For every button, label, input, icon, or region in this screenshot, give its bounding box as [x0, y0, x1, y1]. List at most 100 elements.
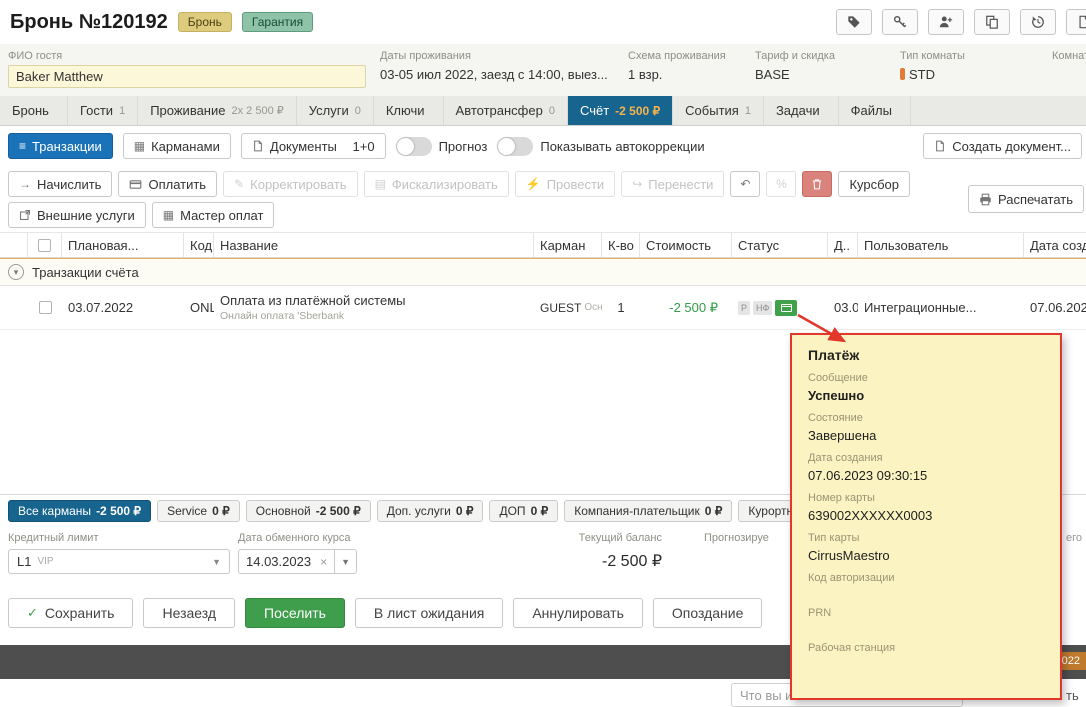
create-document-button[interactable]: Создать документ...	[923, 133, 1082, 159]
pocket-payer-company[interactable]: Компания-плательщик0 ₽	[564, 500, 732, 522]
transfer-button[interactable]: ↪Перенести	[621, 171, 724, 197]
table-row[interactable]: 03.07.2022 ONLI Оплата из платёжной сист…	[0, 286, 1086, 330]
transactions-view-button[interactable]: ≡Транзакции	[8, 133, 113, 159]
pockets-view-button[interactable]: ▦Карманами	[123, 133, 231, 159]
pocket-all[interactable]: Все карманы-2 500 ₽	[8, 500, 151, 522]
booking-status-badge: Бронь	[178, 12, 232, 32]
tab-transfer[interactable]: Автотрансфер0	[444, 96, 568, 125]
autocorrections-toggle[interactable]	[497, 137, 533, 156]
row-check-cell	[28, 286, 62, 329]
row-code: ONLI	[184, 286, 214, 329]
stay-dates-field: Даты проживания 03-05 июл 2022, заезд с …	[380, 50, 608, 82]
tab-services[interactable]: Услуги0	[297, 96, 374, 125]
payment-master-button[interactable]: ▦Мастер оплат	[152, 202, 275, 228]
col-user[interactable]: Пользователь	[858, 233, 1024, 257]
pocket-main[interactable]: Основной-2 500 ₽	[246, 500, 371, 522]
collapse-group-icon[interactable]: ▾	[8, 264, 24, 280]
clear-date-icon[interactable]: ×	[320, 555, 327, 569]
kursbor-button[interactable]: Курсбор	[838, 171, 910, 197]
select-all-checkbox[interactable]	[38, 239, 51, 252]
chevron-down-icon: ▼	[341, 557, 350, 567]
accrue-button[interactable]: →Начислить	[8, 171, 112, 197]
waiting-list-button[interactable]: В лист ожидания	[355, 598, 503, 628]
forecast-balance-label: Прогнозируе	[704, 532, 769, 544]
forecast-toggle[interactable]	[396, 137, 432, 156]
card-icon	[129, 178, 142, 191]
annul-button[interactable]: Аннулировать	[513, 598, 643, 628]
tab-tasks[interactable]: Задачи	[764, 96, 839, 125]
undo-button[interactable]: ↶	[730, 171, 760, 197]
external-services-button[interactable]: Внешние услуги	[8, 202, 146, 228]
col-name[interactable]: Название	[214, 233, 534, 257]
booking-window: Бронь №120192 Бронь Гарантия ФИО гостя Д…	[0, 0, 1086, 707]
payment-tooltip: Платёж Сообщение Успешно Состояние Завер…	[790, 333, 1062, 700]
tab-files[interactable]: Файлы	[839, 96, 911, 125]
row-checkbox[interactable]	[39, 301, 52, 314]
tab-invoice[interactable]: Счёт-2 500 ₽	[568, 96, 673, 125]
print-button[interactable]: Распечатать	[968, 185, 1084, 213]
col-created[interactable]: Дата созд...	[1024, 233, 1086, 257]
save-button[interactable]: ✓Сохранить	[8, 598, 133, 628]
copy-button[interactable]	[974, 9, 1010, 35]
key-button[interactable]	[882, 9, 918, 35]
tooltip-label: Дата создания	[808, 452, 1044, 464]
lightning-icon: ⚡	[526, 177, 541, 191]
col-d[interactable]: Д..	[828, 233, 858, 257]
tooltip-value-created: 07.06.2023 09:30:15	[808, 468, 1044, 483]
document-icon	[1077, 15, 1086, 29]
tab-accommodation[interactable]: Проживание2х 2 500 ₽	[138, 96, 297, 125]
booking-info-strip: ФИО гостя Даты проживания 03-05 июл 2022…	[0, 44, 1086, 96]
history-button[interactable]	[1020, 9, 1056, 35]
check-in-button[interactable]: Поселить	[245, 598, 345, 628]
clipped-edge-button[interactable]	[1066, 9, 1086, 35]
guest-name-input[interactable]	[8, 65, 366, 88]
chevron-down-icon: ▼	[212, 557, 221, 567]
col-qty[interactable]: К-во	[602, 233, 640, 257]
delete-button[interactable]	[802, 171, 832, 197]
documents-view-button[interactable]: Документы 1+0	[241, 133, 386, 159]
add-guest-button[interactable]	[928, 9, 964, 35]
autocorrections-toggle-label: Показывать автокоррекции	[540, 139, 704, 154]
correct-button[interactable]: ✎Корректировать	[223, 171, 358, 197]
room-type-label: Тип комнаты	[900, 50, 965, 62]
col-pocket[interactable]: Карман	[534, 233, 602, 257]
tab-booking[interactable]: Бронь	[0, 96, 68, 125]
pocket-dop[interactable]: ДОП0 ₽	[489, 500, 558, 522]
pay-button[interactable]: Оплатить	[118, 171, 217, 197]
credit-limit-value: L1	[17, 554, 31, 569]
col-status[interactable]: Статус	[732, 233, 828, 257]
forecast-toggle-group: Прогноз	[396, 137, 488, 156]
stay-dates-value: 03-05 июл 2022, заезд с 14:00, выез...	[380, 67, 608, 82]
col-code[interactable]: Код	[184, 233, 214, 257]
fiscalize-button[interactable]: ▤Фискализировать	[364, 171, 509, 197]
current-balance-label: Текущий баланс	[500, 532, 662, 544]
page-title: Бронь №120192	[10, 11, 168, 34]
col-planned[interactable]: Плановая...	[62, 233, 184, 257]
credit-limit-select[interactable]: L1 VIP ▼	[8, 549, 230, 574]
exchange-date-input[interactable]: 14.03.2023 ×	[238, 549, 335, 574]
tab-events[interactable]: События1	[673, 96, 764, 125]
col-amount[interactable]: Стоимость	[640, 233, 732, 257]
tab-guests[interactable]: Гости1	[68, 96, 138, 125]
grid-icon: ▦	[163, 208, 174, 222]
row-qty: 1	[602, 286, 640, 329]
tooltip-value-auth-code	[808, 588, 1044, 598]
no-show-button[interactable]: Незаезд	[143, 598, 235, 628]
late-button[interactable]: Опоздание	[653, 598, 763, 628]
discount-button[interactable]: %	[766, 171, 796, 197]
tooltip-label: Тип карты	[808, 532, 1044, 544]
action-row-1: →Начислить Оплатить ✎Корректировать ▤Фис…	[8, 171, 1078, 197]
pocket-service[interactable]: Service0 ₽	[157, 500, 240, 522]
tab-keys[interactable]: Ключи	[374, 96, 444, 125]
copy-icon	[985, 15, 999, 29]
tooltip-value-message: Успешно	[808, 388, 1044, 403]
post-button[interactable]: ⚡Провести	[515, 171, 615, 197]
exchange-date-control: 14.03.2023 × ▼	[238, 549, 357, 574]
pocket-extra-services[interactable]: Доп. услуги0 ₽	[377, 500, 484, 522]
status-badge-p: Р	[738, 301, 750, 315]
current-balance-block: Текущий баланс -2 500 ₽	[500, 532, 662, 571]
calendar-dropdown-button[interactable]: ▼	[335, 549, 357, 574]
tooltip-label: Номер карты	[808, 492, 1044, 504]
tag-button[interactable]	[836, 9, 872, 35]
group-row[interactable]: ▾ Транзакции счёта	[0, 258, 1086, 286]
